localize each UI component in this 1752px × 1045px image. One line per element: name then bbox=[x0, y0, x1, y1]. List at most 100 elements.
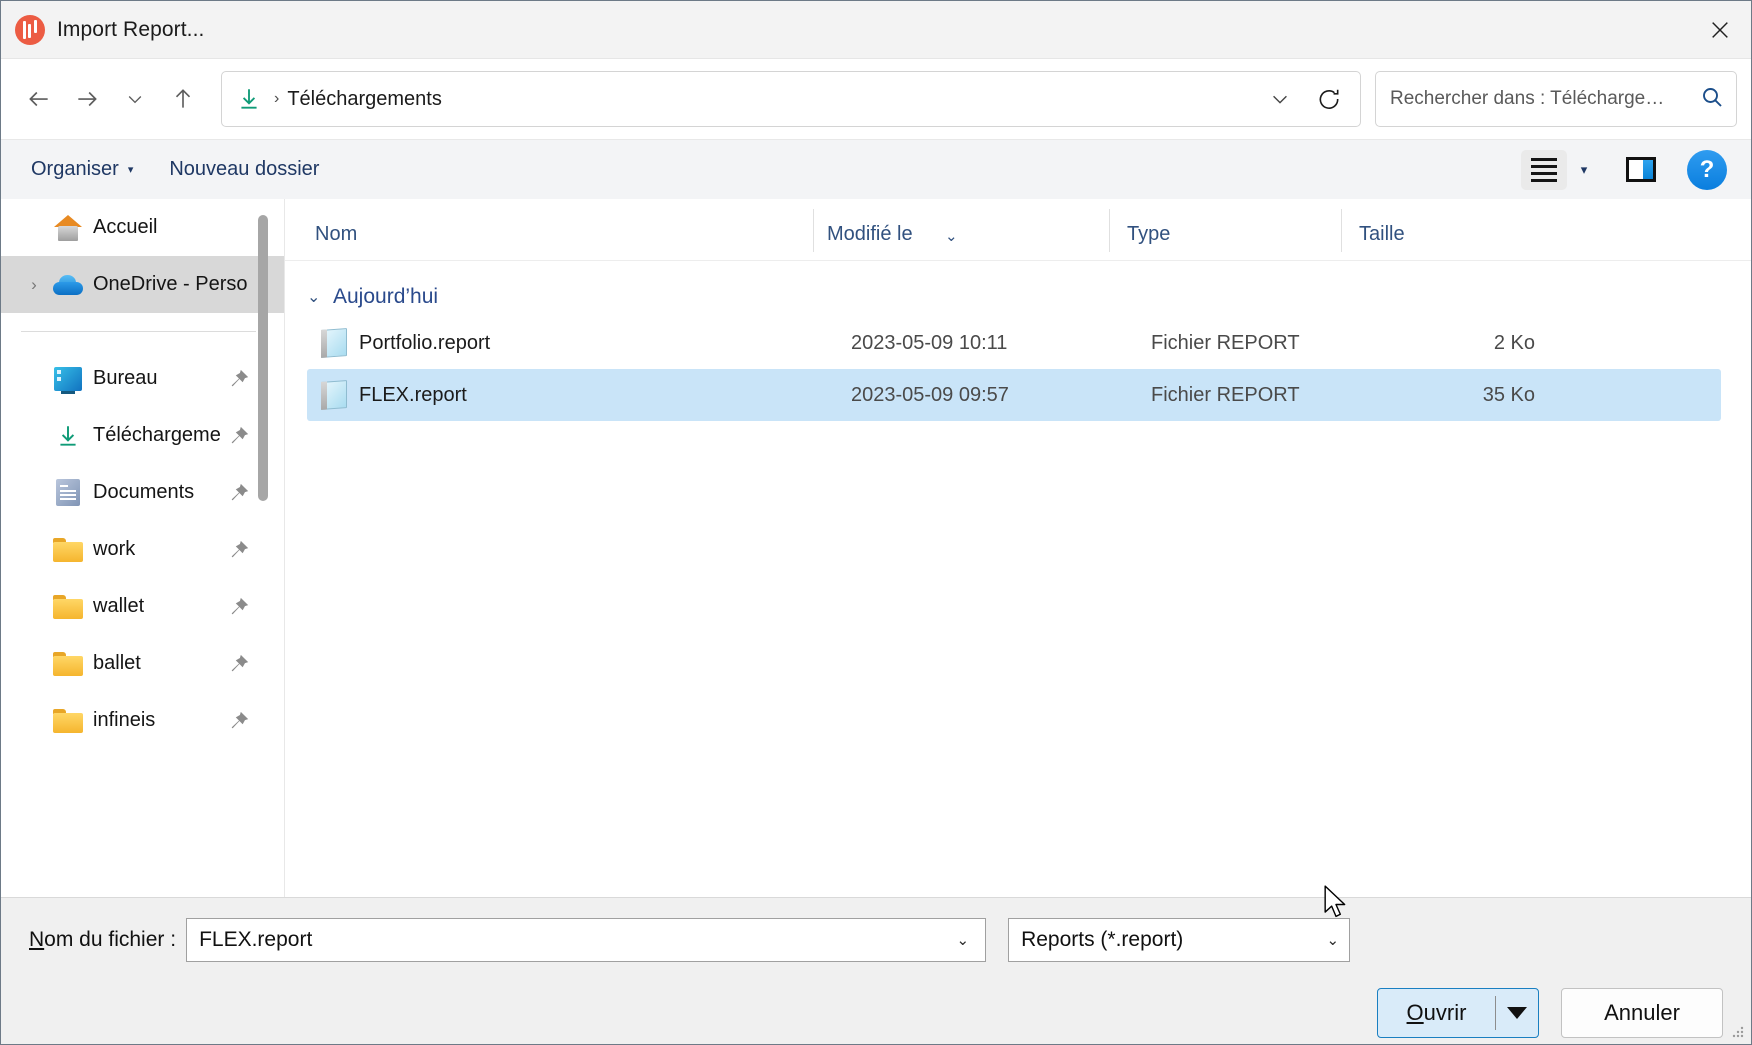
sidebar-item-ballet[interactable]: ballet bbox=[1, 635, 284, 692]
list-view-icon[interactable] bbox=[1521, 149, 1567, 190]
folder-icon bbox=[49, 537, 87, 562]
folder-icon bbox=[49, 708, 87, 733]
table-row[interactable]: Portfolio.report 2023-05-09 10:11 Fichie… bbox=[307, 317, 1721, 369]
group-header-aujourdhui[interactable]: ⌄ Aujourd’hui bbox=[285, 277, 1751, 317]
sidebar-item-telechargements[interactable]: Téléchargeme bbox=[1, 407, 284, 464]
file-size: 2 Ko bbox=[1493, 331, 1535, 354]
refresh-icon[interactable] bbox=[1306, 76, 1352, 122]
filename-label: Nom du fichier : bbox=[29, 928, 177, 951]
command-bar: Organiser ▾ Nouveau dossier ▾ ? bbox=[1, 139, 1751, 199]
dropdown-triangle-icon[interactable] bbox=[1496, 1007, 1538, 1019]
sidebar-item-wallet[interactable]: wallet bbox=[1, 578, 284, 635]
pin-icon[interactable] bbox=[228, 710, 250, 732]
folder-icon bbox=[49, 651, 87, 676]
desktop-icon bbox=[49, 366, 87, 394]
sidebar-item-label: OneDrive - Perso bbox=[93, 273, 248, 295]
search-placeholder: Rechercher dans : Télécharge… bbox=[1390, 88, 1665, 109]
filetype-value: Reports (*.report) bbox=[1021, 928, 1184, 951]
preview-pane-icon[interactable] bbox=[1619, 150, 1663, 190]
sidebar-item-work[interactable]: work bbox=[1, 521, 284, 578]
address-chevron-down-icon[interactable] bbox=[1260, 79, 1300, 119]
forward-arrow-icon[interactable] bbox=[63, 75, 111, 123]
open-button[interactable]: Ouvrir bbox=[1377, 988, 1539, 1038]
breadcrumb-current[interactable]: Téléchargements bbox=[287, 88, 442, 111]
report-file-icon bbox=[321, 380, 355, 410]
pin-icon[interactable] bbox=[228, 482, 250, 504]
file-type: Fichier REPORT bbox=[1151, 383, 1300, 406]
view-chevron-down-icon[interactable]: ▾ bbox=[1567, 150, 1601, 190]
cancel-button[interactable]: Annuler bbox=[1561, 988, 1723, 1038]
close-icon[interactable] bbox=[1689, 1, 1751, 58]
dialog-body: Accueil › OneDrive - Perso Bureau Téléch… bbox=[1, 199, 1751, 897]
filename-value: FLEX.report bbox=[199, 928, 313, 951]
filetype-select[interactable]: Reports (*.report) ⌄ bbox=[1008, 918, 1351, 962]
organize-label: Organiser bbox=[31, 158, 119, 180]
file-list-area: Nom ⌄ Modifié le Type Taille ⌄ Aujourd’h… bbox=[285, 199, 1751, 897]
pin-icon[interactable] bbox=[228, 596, 250, 618]
group-label: Aujourd’hui bbox=[333, 285, 439, 308]
sidebar-item-label: Documents bbox=[93, 481, 195, 503]
table-row[interactable]: FLEX.report 2023-05-09 09:57 Fichier REP… bbox=[307, 369, 1721, 421]
file-modified: 2023-05-09 09:57 bbox=[851, 383, 1009, 406]
pin-icon[interactable] bbox=[228, 539, 250, 561]
navigation-bar: › Téléchargements Rechercher dans : Télé… bbox=[1, 59, 1751, 139]
new-folder-label: Nouveau dossier bbox=[169, 158, 320, 180]
window-title: Import Report... bbox=[57, 17, 205, 41]
address-bar[interactable]: › Téléchargements bbox=[221, 71, 1361, 127]
file-name: Portfolio.report bbox=[359, 331, 491, 354]
help-icon[interactable]: ? bbox=[1687, 149, 1727, 190]
recent-locations-chevron-down-icon[interactable] bbox=[111, 75, 159, 123]
chevron-up-sort-icon: ⌄ bbox=[945, 228, 958, 245]
sidebar-divider bbox=[21, 331, 256, 332]
filename-input[interactable]: FLEX.report ⌄ bbox=[186, 918, 987, 962]
up-arrow-icon[interactable] bbox=[159, 75, 207, 123]
chevron-down-icon[interactable]: ⌄ bbox=[956, 931, 975, 949]
folder-icon bbox=[49, 594, 87, 619]
pin-icon[interactable] bbox=[228, 425, 250, 447]
file-rows: ⌄ Aujourd’hui Portfolio.report 2023-05-0… bbox=[285, 261, 1751, 897]
navigation-sidebar: Accueil › OneDrive - Perso Bureau Téléch… bbox=[1, 199, 285, 897]
breadcrumb-separator: › bbox=[274, 90, 280, 107]
resize-grip-icon[interactable] bbox=[1731, 1025, 1745, 1039]
title-bar: Import Report... bbox=[1, 1, 1751, 59]
file-name: FLEX.report bbox=[359, 383, 467, 406]
documents-icon bbox=[49, 479, 87, 506]
sidebar-item-label: Bureau bbox=[93, 367, 158, 389]
import-report-dialog: Import Report... › Téléchargements Reche… bbox=[0, 0, 1752, 1045]
onedrive-cloud-icon bbox=[49, 274, 87, 295]
column-header-type[interactable]: Type bbox=[1109, 209, 1341, 260]
home-icon bbox=[49, 214, 87, 241]
sidebar-item-label: Accueil bbox=[93, 216, 158, 238]
pin-icon[interactable] bbox=[228, 368, 250, 390]
column-header-nom[interactable]: Nom bbox=[285, 223, 813, 260]
sidebar-item-documents[interactable]: Documents bbox=[1, 464, 284, 521]
sidebar-item-label: work bbox=[93, 538, 136, 560]
sidebar-item-bureau[interactable]: Bureau bbox=[1, 350, 284, 407]
downloads-icon bbox=[49, 423, 87, 449]
sidebar-item-label: ballet bbox=[93, 652, 141, 674]
new-folder-button[interactable]: Nouveau dossier bbox=[157, 151, 331, 188]
file-size: 35 Ko bbox=[1482, 383, 1535, 406]
search-input[interactable]: Rechercher dans : Télécharge… bbox=[1375, 71, 1737, 127]
organize-button[interactable]: Organiser ▾ bbox=[19, 151, 145, 188]
sidebar-scrollbar[interactable] bbox=[258, 215, 268, 501]
column-headers: Nom ⌄ Modifié le Type Taille bbox=[285, 199, 1751, 261]
column-header-modifie[interactable]: ⌄ Modifié le bbox=[813, 209, 1109, 260]
back-arrow-icon[interactable] bbox=[15, 75, 63, 123]
collapse-chevron-icon[interactable]: ⌄ bbox=[307, 287, 333, 307]
expand-chevron-icon[interactable]: › bbox=[19, 275, 49, 295]
sidebar-item-infineis[interactable]: infineis bbox=[1, 692, 284, 749]
dialog-footer: Nom du fichier : FLEX.report ⌄ Reports (… bbox=[1, 897, 1751, 1044]
pin-icon[interactable] bbox=[228, 653, 250, 675]
sidebar-item-onedrive[interactable]: › OneDrive - Perso bbox=[1, 256, 284, 313]
sidebar-item-accueil[interactable]: Accueil bbox=[1, 199, 284, 256]
search-icon[interactable] bbox=[1700, 85, 1724, 114]
file-type: Fichier REPORT bbox=[1151, 331, 1300, 354]
downloads-icon bbox=[236, 86, 262, 112]
chevron-down-icon: ▾ bbox=[127, 164, 134, 176]
sidebar-item-label: infineis bbox=[93, 709, 156, 731]
open-label: Ouvrir bbox=[1406, 1000, 1467, 1025]
chevron-down-icon: ⌄ bbox=[1326, 932, 1340, 949]
file-modified: 2023-05-09 10:11 bbox=[851, 331, 1008, 354]
column-header-taille[interactable]: Taille bbox=[1341, 209, 1521, 260]
